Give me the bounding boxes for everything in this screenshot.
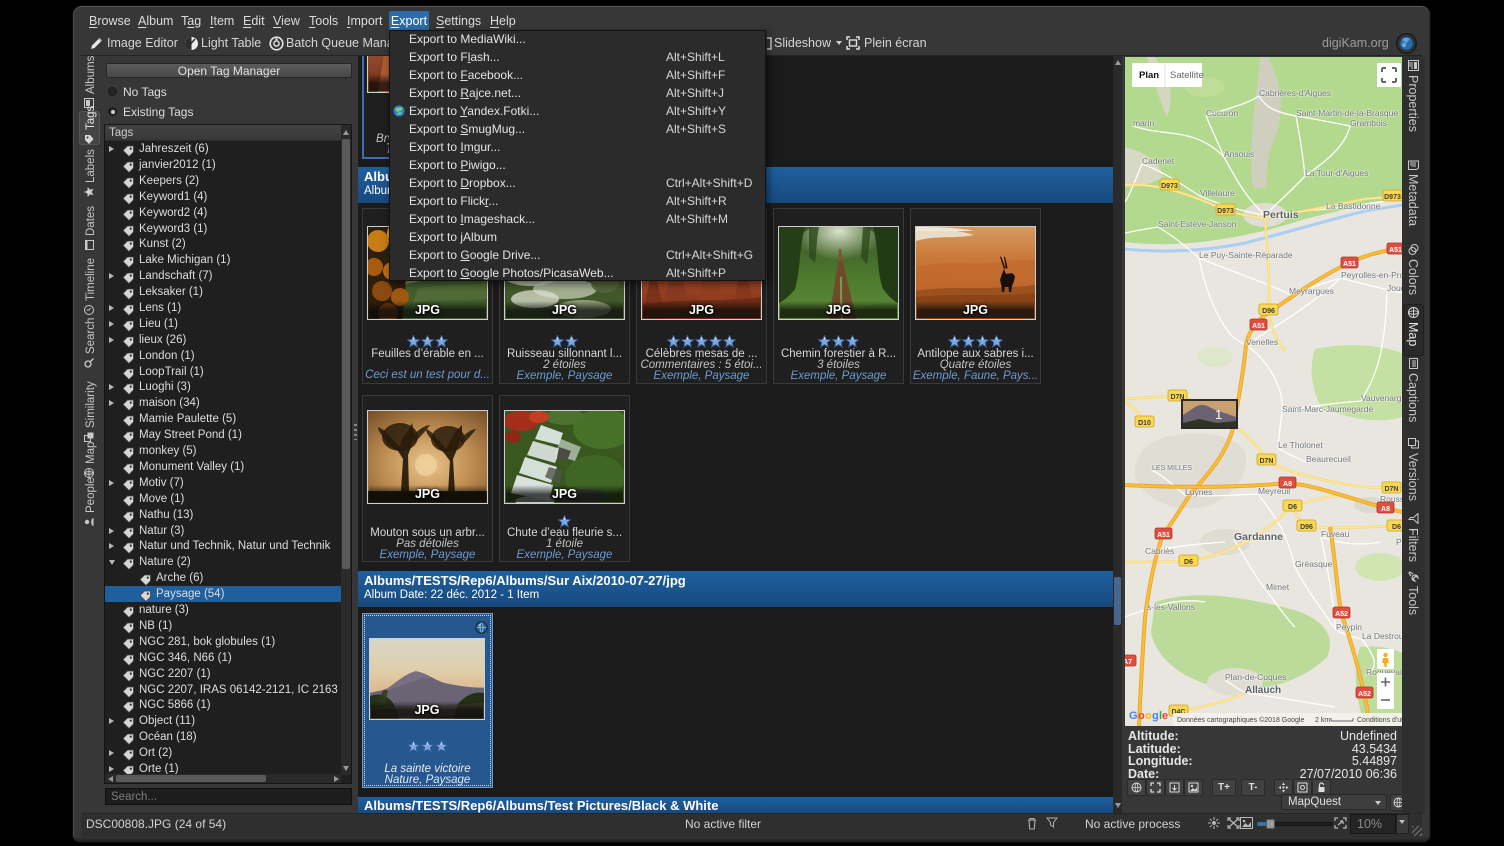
svg-text:A51: A51 — [1157, 532, 1170, 539]
svg-text:D6: D6 — [1392, 524, 1401, 531]
svg-text:Cucuron: Cucuron — [1206, 108, 1238, 118]
svg-text:Satellite: Satellite — [1170, 70, 1204, 81]
svg-text:Vauvenargues: Vauvenargues — [1361, 393, 1402, 403]
svg-text:A52: A52 — [1358, 691, 1371, 698]
svg-text:D7N: D7N — [1384, 486, 1398, 493]
svg-text:A52: A52 — [1335, 611, 1348, 618]
svg-text:Grambois: Grambois — [1350, 118, 1387, 128]
svg-text:D973: D973 — [1217, 208, 1234, 215]
svg-text:D96: D96 — [1262, 308, 1275, 315]
svg-text:Mimet: Mimet — [1266, 582, 1290, 592]
svg-text:e: e — [1162, 710, 1168, 722]
svg-text:Plan: Plan — [1139, 70, 1159, 81]
svg-text:Jouqu: Jouqu — [1387, 283, 1402, 293]
svg-text:Peypin: Peypin — [1336, 622, 1362, 632]
svg-text:Beaurecueil: Beaurecueil — [1306, 454, 1351, 464]
svg-text:Allauch: Allauch — [1245, 685, 1281, 696]
svg-text:Le Tholonet: Le Tholonet — [1278, 440, 1323, 450]
svg-text:s-les-Vallons: s-les-Vallons — [1147, 602, 1195, 612]
svg-text:Saint-Martin-de-la-Brasque: Saint-Martin-de-la-Brasque — [1296, 108, 1398, 118]
svg-text:A8: A8 — [1283, 481, 1292, 488]
svg-text:D10: D10 — [1138, 420, 1151, 427]
svg-text:La Bastidonne: La Bastidonne — [1326, 201, 1381, 211]
svg-text:Ansouis: Ansouis — [1224, 149, 1254, 159]
svg-text:D6: D6 — [1184, 559, 1193, 566]
svg-text:D96: D96 — [1300, 524, 1313, 531]
svg-text:Meyrargues: Meyrargues — [1289, 286, 1334, 296]
svg-text:Gardanne: Gardanne — [1234, 531, 1283, 543]
svg-text:o: o — [1138, 710, 1145, 722]
svg-text:Saint-Estève-Janson: Saint-Estève-Janson — [1158, 219, 1237, 229]
svg-text:La Tour-d'Aigues: La Tour-d'Aigues — [1305, 168, 1368, 178]
svg-text:Venelles: Venelles — [1246, 337, 1278, 347]
svg-text:Plan-de-Cuques: Plan-de-Cuques — [1225, 672, 1286, 682]
svg-text:Fuveau: Fuveau — [1321, 529, 1350, 539]
svg-text:A8: A8 — [1381, 506, 1390, 513]
svg-text:Peyrolles-en-Provence: Peyrolles-en-Provence — [1341, 270, 1402, 280]
svg-text:Cabrières-d'Aigues: Cabrières-d'Aigues — [1259, 88, 1331, 98]
svg-text:G: G — [1129, 710, 1138, 722]
svg-text:A7: A7 — [1125, 659, 1132, 666]
svg-text:Données cartographiques ©2018: Données cartographiques ©2018 Google — [1177, 716, 1304, 724]
svg-text:g: g — [1152, 710, 1159, 722]
svg-text:o: o — [1145, 710, 1152, 722]
svg-text:D7N: D7N — [1259, 458, 1273, 465]
svg-text:2 km: 2 km — [1315, 717, 1330, 724]
svg-text:Pertuis: Pertuis — [1263, 209, 1299, 221]
svg-text:Villelaure: Villelaure — [1200, 188, 1235, 198]
svg-text:D6: D6 — [1288, 504, 1297, 511]
svg-text:marin: marin — [1133, 118, 1155, 128]
svg-text:Cadenet: Cadenet — [1142, 156, 1175, 166]
svg-text:A51: A51 — [1343, 261, 1356, 268]
svg-text:A51: A51 — [1252, 323, 1265, 330]
svg-text:1: 1 — [1215, 407, 1222, 422]
svg-text:D973: D973 — [1161, 183, 1178, 190]
svg-text:LES MILLES: LES MILLES — [1152, 465, 1192, 472]
svg-text:A51: A51 — [1389, 247, 1402, 254]
svg-text:Conditions d'utilisation: Conditions d'utilisation — [1357, 717, 1402, 724]
svg-text:Gréasque: Gréasque — [1295, 559, 1333, 569]
svg-text:Cabriès: Cabriès — [1145, 546, 1174, 556]
svg-text:Le Puy-Sainte-Réparade: Le Puy-Sainte-Réparade — [1199, 250, 1293, 260]
svg-text:Luynes: Luynes — [1185, 487, 1212, 497]
svg-text:D973: D973 — [1384, 194, 1401, 201]
svg-text:La Destrousse: La Destrousse — [1362, 631, 1402, 641]
svg-text:Saint-Marc-Jaumegarde: Saint-Marc-Jaumegarde — [1282, 404, 1373, 414]
